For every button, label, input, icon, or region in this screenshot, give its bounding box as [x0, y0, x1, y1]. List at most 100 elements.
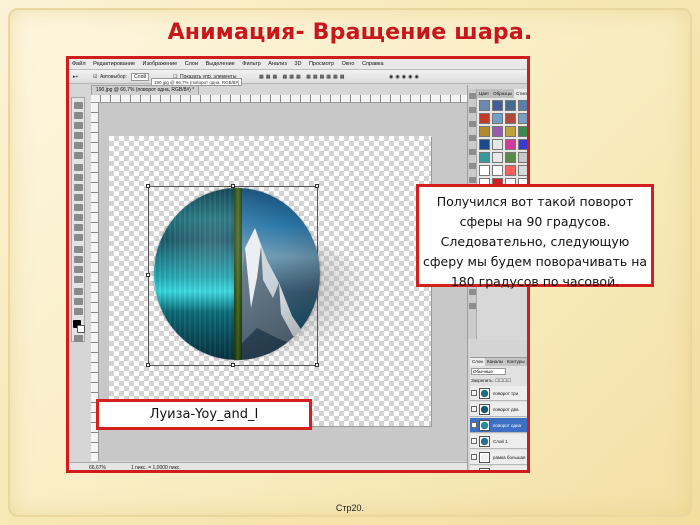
eraser-tool-icon[interactable] — [74, 204, 83, 211]
3d-mode-buttons[interactable]: ◉◉◉◉◉ — [389, 70, 421, 84]
style-swatch[interactable] — [492, 139, 503, 150]
visibility-eye-icon[interactable] — [471, 470, 477, 473]
visibility-eye-icon[interactable]: ◉ — [471, 422, 477, 428]
style-swatch[interactable] — [479, 100, 490, 111]
layer-row[interactable]: Слой 1 — [470, 434, 527, 449]
tab-paths[interactable]: Контуры — [505, 358, 527, 366]
brush-tool-icon[interactable] — [74, 174, 83, 181]
quick-mask-icon[interactable] — [74, 335, 83, 342]
style-swatch[interactable] — [479, 139, 490, 150]
menu-item-3d[interactable]: 3D — [291, 59, 304, 70]
panel-icon[interactable] — [469, 107, 476, 113]
style-swatch[interactable] — [492, 113, 503, 124]
style-swatch[interactable] — [505, 152, 516, 163]
panel-icon[interactable] — [469, 121, 476, 127]
style-swatch[interactable] — [518, 152, 527, 163]
layer-row[interactable]: ◉ поворот одна — [470, 418, 527, 433]
style-swatch[interactable] — [492, 100, 503, 111]
transform-handle[interactable] — [231, 363, 235, 367]
style-swatch[interactable] — [518, 100, 527, 111]
zoom-level[interactable]: 66,67% — [89, 463, 106, 470]
crop-tool-icon[interactable] — [74, 142, 83, 149]
healing-tool-icon[interactable] — [74, 164, 83, 171]
transform-handle[interactable] — [315, 363, 319, 367]
menu-item-filter[interactable]: Фильтр — [239, 59, 263, 70]
menu-item-image[interactable]: Изображение — [140, 59, 181, 70]
menu-item-layers[interactable]: Слои — [182, 59, 201, 70]
layer-row[interactable]: поворот два — [470, 402, 527, 417]
style-swatch[interactable] — [479, 165, 490, 176]
panel-icon[interactable] — [469, 177, 476, 183]
style-swatch[interactable] — [492, 165, 503, 176]
pen-tool-icon[interactable] — [74, 246, 83, 253]
style-swatch[interactable] — [505, 126, 516, 137]
panel-icon[interactable] — [469, 303, 476, 309]
style-swatch[interactable] — [479, 152, 490, 163]
menu-item-help[interactable]: Справка — [359, 59, 387, 70]
style-swatch[interactable] — [479, 113, 490, 124]
background-color-swatch[interactable] — [77, 325, 85, 333]
autoselect-select[interactable]: Слой — [131, 73, 150, 81]
transform-handle[interactable] — [146, 184, 150, 188]
layers-panel-tabs: Слои Каналы Контуры — [470, 358, 527, 366]
tab-layers[interactable]: Слои — [470, 358, 485, 366]
style-swatch[interactable] — [505, 100, 516, 111]
visibility-eye-icon[interactable] — [471, 438, 477, 444]
tab-channels[interactable]: Каналы — [485, 358, 505, 366]
blur-tool-icon[interactable] — [74, 224, 83, 231]
lock-icon[interactable]: ☐☐☐☐ — [495, 378, 511, 383]
hand-tool-icon[interactable] — [74, 298, 83, 305]
panel-icon[interactable] — [469, 93, 476, 99]
move-tool-icon[interactable] — [74, 102, 83, 109]
style-swatch[interactable] — [505, 113, 516, 124]
menu-item-analysis[interactable]: Анализ — [265, 59, 290, 70]
align-buttons[interactable]: ▦▦▦ ▦▦▦ ▦▦▦▦▦▦ — [259, 70, 346, 84]
layer-row[interactable]: фон два — [470, 466, 527, 473]
shape-tool-icon[interactable] — [74, 276, 83, 283]
panel-icon[interactable] — [469, 149, 476, 155]
style-swatch[interactable] — [518, 165, 527, 176]
blend-mode-select[interactable]: Обычные — [471, 368, 506, 375]
move-tool-icon[interactable]: ▸+ — [73, 70, 78, 84]
style-swatch[interactable] — [518, 126, 527, 137]
menu-item-select[interactable]: Выделение — [203, 59, 238, 70]
history-brush-tool-icon[interactable] — [74, 194, 83, 201]
visibility-eye-icon[interactable] — [471, 406, 477, 412]
tab-swatches[interactable]: Образцы — [491, 89, 514, 98]
path-select-tool-icon[interactable] — [74, 266, 83, 273]
zoom-tool-icon[interactable] — [74, 308, 83, 315]
lasso-tool-icon[interactable] — [74, 122, 83, 129]
tab-color[interactable]: Цвет — [477, 89, 491, 98]
transform-handle[interactable] — [146, 273, 150, 277]
style-swatch[interactable] — [492, 152, 503, 163]
marquee-tool-icon[interactable] — [74, 112, 83, 119]
style-swatch[interactable] — [479, 126, 490, 137]
eyedropper-tool-icon[interactable] — [74, 152, 83, 159]
panel-icon[interactable] — [469, 135, 476, 141]
style-swatch[interactable] — [505, 165, 516, 176]
tab-styles[interactable]: Стили — [514, 89, 527, 98]
style-swatch[interactable] — [518, 113, 527, 124]
visibility-eye-icon[interactable] — [471, 454, 477, 460]
transform-handle[interactable] — [146, 363, 150, 367]
layer-row[interactable]: поворот три — [470, 386, 527, 401]
menu-item-view[interactable]: Просмотр — [306, 59, 337, 70]
3d-rotate-tool-icon[interactable] — [74, 288, 83, 295]
panel-icon[interactable] — [469, 163, 476, 169]
style-swatch[interactable] — [492, 126, 503, 137]
type-tool-icon[interactable] — [74, 256, 83, 263]
dodge-tool-icon[interactable] — [74, 234, 83, 241]
visibility-eye-icon[interactable] — [471, 390, 477, 396]
menu-item-edit[interactable]: Редактирование — [90, 59, 138, 70]
autoselect-checkbox[interactable]: ☑ — [93, 70, 97, 84]
magic-wand-tool-icon[interactable] — [74, 132, 83, 139]
style-swatch[interactable] — [518, 139, 527, 150]
sphere-gloss — [154, 188, 320, 360]
stamp-tool-icon[interactable] — [74, 184, 83, 191]
style-swatch[interactable] — [505, 139, 516, 150]
layer-row[interactable]: рамка большая — [470, 450, 527, 465]
document-tab[interactable]: 190.jpg @ 66,7% (поворот одна, RGB/8#) * — [91, 85, 200, 95]
menu-item-file[interactable]: Файл — [69, 59, 89, 70]
gradient-tool-icon[interactable] — [74, 214, 83, 221]
menu-item-window[interactable]: Окно — [339, 59, 358, 70]
